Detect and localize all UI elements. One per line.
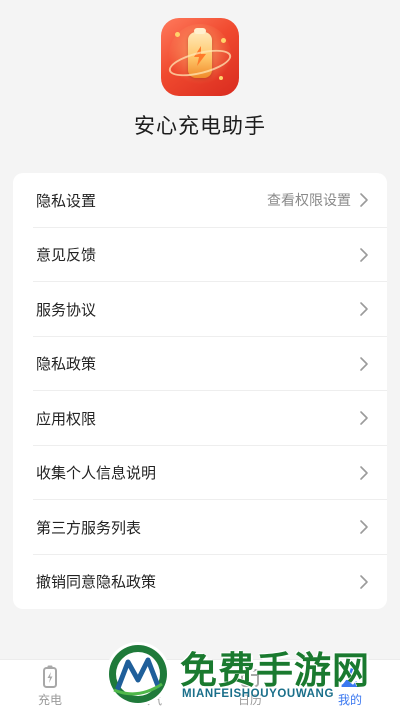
calendar-icon: [241, 667, 259, 687]
settings-list: 隐私设置 查看权限设置 意见反馈 服务协议 隐私政策 应用权限 收集个人信息说明…: [13, 173, 387, 609]
settings-item-service-agreement[interactable]: 服务协议: [13, 282, 387, 337]
tab-weather[interactable]: 天气: [100, 660, 200, 711]
settings-item-label: 第三方服务列表: [36, 518, 142, 537]
chevron-right-icon: [360, 574, 368, 589]
settings-item-app-permissions[interactable]: 应用权限: [13, 391, 387, 446]
bottom-tab-bar: 充电 天气 日历 我的: [0, 659, 400, 711]
settings-item-label: 应用权限: [36, 409, 97, 428]
app-name: 安心充电助手: [134, 114, 266, 138]
chevron-right-icon: [360, 302, 368, 317]
app-header: 安心充电助手: [0, 0, 400, 172]
tab-label: 充电: [37, 693, 62, 707]
person-icon: [341, 668, 359, 687]
tab-label: 我的: [337, 693, 362, 707]
settings-item-label: 隐私设置: [36, 191, 97, 210]
settings-item-third-party-services[interactable]: 第三方服务列表: [13, 500, 387, 555]
tab-mine[interactable]: 我的: [300, 660, 400, 711]
settings-item-label: 隐私政策: [36, 355, 97, 374]
settings-item-feedback[interactable]: 意见反馈: [13, 228, 387, 283]
chevron-right-icon: [360, 193, 368, 208]
chevron-right-icon: [360, 411, 368, 426]
tab-label: 天气: [137, 693, 162, 707]
app-logo-icon: [161, 18, 239, 96]
chevron-right-icon: [360, 520, 368, 535]
tab-charging[interactable]: 充电: [0, 660, 100, 711]
settings-item-privacy-policy[interactable]: 隐私政策: [13, 337, 387, 392]
settings-item-revoke-privacy-consent[interactable]: 撤销同意隐私政策: [13, 555, 387, 610]
settings-item-personal-info-collection[interactable]: 收集个人信息说明: [13, 446, 387, 501]
battery-charging-icon: [43, 665, 57, 688]
settings-item-label: 意见反馈: [36, 246, 97, 265]
settings-item-privacy-settings[interactable]: 隐私设置 查看权限设置: [13, 173, 387, 228]
weather-icon: [139, 670, 161, 684]
settings-item-value: 查看权限设置: [267, 193, 351, 210]
settings-item-label: 撤销同意隐私政策: [36, 573, 157, 592]
chevron-right-icon: [360, 247, 368, 262]
settings-item-label: 收集个人信息说明: [36, 464, 157, 483]
settings-item-label: 服务协议: [36, 300, 97, 319]
chevron-right-icon: [360, 356, 368, 371]
chevron-right-icon: [360, 465, 368, 480]
tab-label: 日历: [237, 693, 262, 707]
tab-calendar[interactable]: 日历: [200, 660, 300, 711]
